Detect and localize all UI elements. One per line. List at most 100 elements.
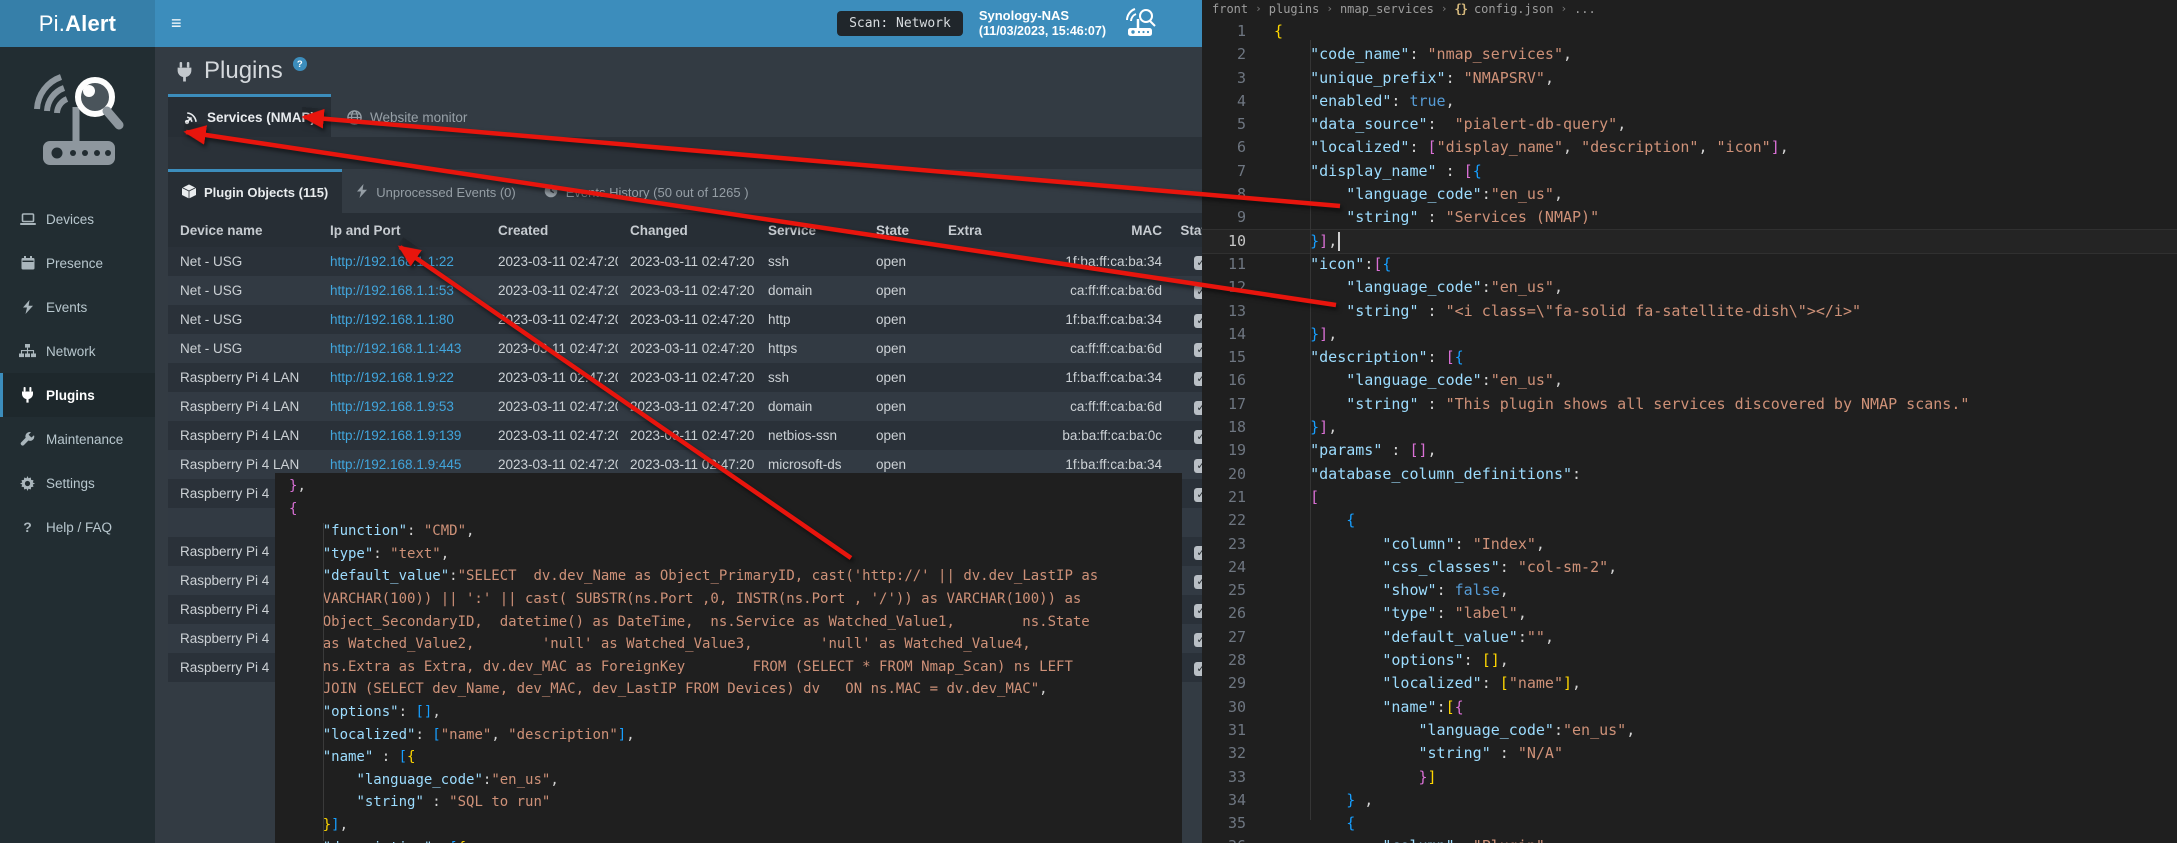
column-header-created[interactable]: Created xyxy=(486,223,618,238)
table-cell: 2023-03-11 02:47:20 xyxy=(486,428,618,443)
column-header-device-name[interactable]: Device name xyxy=(168,223,318,238)
column-header-state[interactable]: State xyxy=(864,223,936,238)
cube-icon xyxy=(182,184,196,202)
code-line: 16 "language_code":"en_us", xyxy=(1202,369,2177,392)
code-line: 23 "column": "Index", xyxy=(1202,533,2177,556)
status-checkbox[interactable]: ✓ xyxy=(1194,285,1202,299)
code-text: "database_column_definitions": xyxy=(1246,463,1581,486)
sidebar-item-maintenance[interactable]: Maintenance xyxy=(0,417,155,461)
line-number: 25 xyxy=(1202,579,1246,602)
overlay-code-line: "options": [], xyxy=(289,701,1182,724)
table-cell: 2023-03-11 02:47:20 xyxy=(486,457,618,472)
table-row[interactable]: Raspberry Pi 4 LANhttp://192.168.1.9:222… xyxy=(168,363,1202,392)
sidebar-item-help-faq[interactable]: ?Help / FAQ xyxy=(0,505,155,549)
subtab-plugin-objects[interactable]: Plugin Objects (115) xyxy=(168,169,342,213)
question-icon: ? xyxy=(19,520,36,535)
sidebar-item-network[interactable]: Network xyxy=(0,329,155,373)
table-row[interactable]: Raspberry Pi 4 LANhttp://192.168.1.9:532… xyxy=(168,392,1202,421)
ip-port-link[interactable]: http://192.168.1.9:445 xyxy=(330,457,461,472)
status-checkbox[interactable]: ✓ xyxy=(1194,401,1202,415)
sidebar-item-devices[interactable]: Devices xyxy=(0,197,155,241)
page-title: Plugins xyxy=(204,59,283,83)
status-cell: ✓ xyxy=(1172,341,1202,357)
status-cell: ✓ xyxy=(1172,254,1202,270)
status-checkbox[interactable]: ✓ xyxy=(1194,459,1202,473)
sidebar-item-events[interactable]: Events xyxy=(0,285,155,329)
status-cell: ✓ xyxy=(1172,283,1202,299)
status-checkbox[interactable]: ✓ xyxy=(1194,604,1202,618)
column-header-mac[interactable]: MAC xyxy=(1048,223,1172,238)
code-line: 4 "enabled": true, xyxy=(1202,90,2177,113)
code-line: 14 }], xyxy=(1202,323,2177,346)
ip-port-link[interactable]: http://192.168.1.1:443 xyxy=(330,341,461,356)
status-checkbox[interactable]: ✓ xyxy=(1194,256,1202,270)
status-checkbox[interactable]: ✓ xyxy=(1194,372,1202,386)
table-row[interactable]: Raspberry Pi 4 LANhttp://192.168.1.9:139… xyxy=(168,421,1202,450)
status-checkbox[interactable]: ✓ xyxy=(1194,662,1202,676)
breadcrumb-item[interactable]: plugins xyxy=(1269,2,1320,16)
ip-port-link[interactable]: http://192.168.1.9:139 xyxy=(330,428,461,443)
clock-icon xyxy=(544,184,558,201)
help-question-badge[interactable]: ? xyxy=(293,57,307,71)
sidebar-toggle-icon[interactable]: ≡ xyxy=(155,13,198,34)
code-text: "unique_prefix": "NMAPSRV", xyxy=(1246,67,1554,90)
line-number: 24 xyxy=(1202,556,1246,579)
sidebar-item-presence[interactable]: Presence xyxy=(0,241,155,285)
brand-logo[interactable]: Pi.Alert xyxy=(0,0,155,47)
status-checkbox[interactable]: ✓ xyxy=(1194,633,1202,647)
sidebar-item-settings[interactable]: Settings xyxy=(0,461,155,505)
line-number: 4 xyxy=(1202,90,1246,113)
subtab-label: Unprocessed Events (0) xyxy=(376,185,515,200)
table-cell: open xyxy=(864,312,936,327)
table-row[interactable]: Net - USGhttp://192.168.1.1:4432023-03-1… xyxy=(168,334,1202,363)
code-line: 33 }] xyxy=(1202,766,2177,789)
wrench-icon xyxy=(19,432,36,447)
sidebar-item-plugins[interactable]: Plugins xyxy=(0,373,155,417)
ip-port-link[interactable]: http://192.168.1.1:53 xyxy=(330,283,454,298)
tab-services-nmap[interactable]: Services (NMAP) xyxy=(168,94,331,138)
table-row[interactable]: Net - USGhttp://192.168.1.1:532023-03-11… xyxy=(168,276,1202,305)
status-checkbox[interactable]: ✓ xyxy=(1194,314,1202,328)
table-cell: ca:ff:ff:ca:ba:6d xyxy=(1048,399,1172,414)
subtab-unprocessed-events[interactable]: Unprocessed Events (0) xyxy=(342,169,529,213)
column-header-extra[interactable]: Extra xyxy=(936,223,1048,238)
column-header-service[interactable]: Service xyxy=(756,223,864,238)
breadcrumb-item[interactable]: front xyxy=(1212,2,1248,16)
table-row[interactable]: Net - USGhttp://192.168.1.1:222023-03-11… xyxy=(168,247,1202,276)
ip-port-link[interactable]: http://192.168.1.1:22 xyxy=(330,254,454,269)
table-row[interactable]: Net - USGhttp://192.168.1.1:802023-03-11… xyxy=(168,305,1202,334)
line-number: 19 xyxy=(1202,439,1246,462)
column-header-ip-and-port[interactable]: Ip and Port xyxy=(318,223,486,238)
column-header-status[interactable]: Status xyxy=(1172,223,1202,238)
overlay-code-line: "function": "CMD", xyxy=(289,520,1182,543)
status-checkbox[interactable]: ✓ xyxy=(1194,546,1202,560)
ip-port-link[interactable]: http://192.168.1.1:80 xyxy=(330,312,454,327)
status-cell: ✓ xyxy=(1172,428,1202,444)
breadcrumb-item[interactable]: nmap_services xyxy=(1340,2,1434,16)
satellite-dish-icon xyxy=(184,110,199,125)
sitemap-icon xyxy=(19,344,36,359)
overlay-code-line: JOIN (SELECT dev_Name, dev_MAC, dev_Last… xyxy=(289,678,1182,701)
page-header: Plugins ? xyxy=(155,47,1202,93)
line-number: 12 xyxy=(1202,276,1246,299)
code-overlay-panel: },{ "function": "CMD", "type": "text", "… xyxy=(275,473,1182,843)
status-cell: ✓ xyxy=(1172,457,1202,473)
table-cell: 2023-03-11 02:47:20 xyxy=(618,370,756,385)
table-cell: Net - USG xyxy=(168,254,318,269)
subtab-events-history[interactable]: Events History (50 out of 1265 ) xyxy=(530,169,763,213)
column-header-changed[interactable]: Changed xyxy=(618,223,756,238)
status-checkbox[interactable]: ✓ xyxy=(1194,343,1202,357)
tab-website-monitor[interactable]: Website monitor xyxy=(331,94,483,138)
status-checkbox[interactable]: ✓ xyxy=(1194,575,1202,589)
code-text: "name":[{ xyxy=(1246,696,1464,719)
table-cell: open xyxy=(864,370,936,385)
code-line: 36 "column": "Plugin", xyxy=(1202,835,2177,843)
table-cell: microsoft-ds xyxy=(756,457,864,472)
ip-port-link[interactable]: http://192.168.1.9:22 xyxy=(330,370,454,385)
status-checkbox[interactable]: ✓ xyxy=(1194,488,1202,502)
breadcrumb-item[interactable]: config.json xyxy=(1474,2,1553,16)
status-checkbox[interactable]: ✓ xyxy=(1194,430,1202,444)
breadcrumb-item[interactable]: ... xyxy=(1574,2,1596,16)
ip-port-link[interactable]: http://192.168.1.9:53 xyxy=(330,399,454,414)
globe-icon xyxy=(347,110,362,125)
